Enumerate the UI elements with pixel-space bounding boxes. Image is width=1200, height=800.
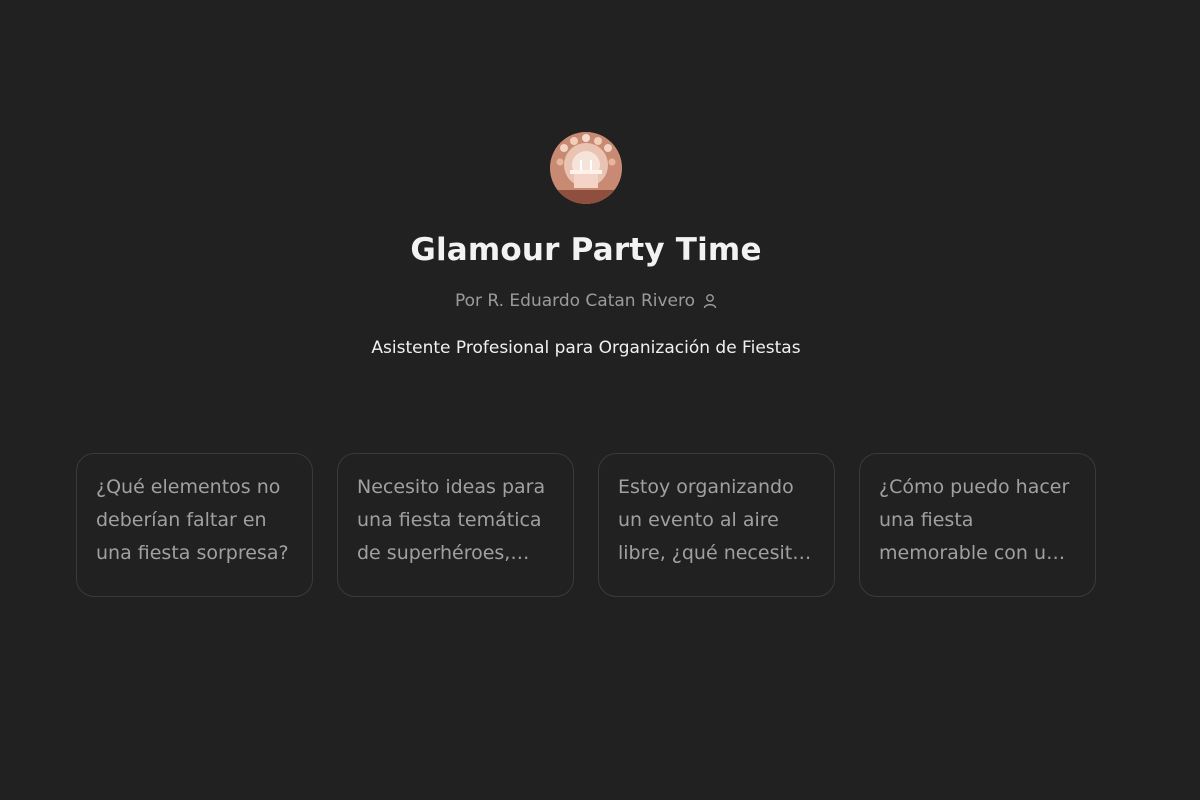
author-name[interactable]: Por R. Eduardo Catan Rivero [455, 290, 695, 312]
starter-text: Necesito ideas para una fiesta temática … [357, 476, 546, 564]
person-icon [703, 293, 717, 309]
starter-text: Estoy organizando un evento al aire libr… [618, 476, 804, 564]
gpt-title: Glamour Party Time [410, 232, 762, 268]
gpt-header: Glamour Party Time Por R. Eduardo Catan … [0, 132, 1172, 359]
author-row: Por R. Eduardo Catan Rivero [455, 290, 717, 312]
starter-text: ¿Qué elementos no deberían faltar en una… [96, 476, 289, 564]
starter-card[interactable]: ¿Qué elementos no deberían faltar en una… [76, 453, 313, 597]
gpt-avatar [550, 132, 622, 204]
starter-card[interactable]: Necesito ideas para una fiesta temática … [337, 453, 574, 597]
starter-text: ¿Cómo puedo hacer una fiesta memorable c… [879, 476, 1070, 564]
gpt-description: Asistente Profesional para Organización … [371, 338, 801, 358]
gpt-start-screen: Glamour Party Time Por R. Eduardo Catan … [0, 0, 1200, 800]
party-table-icon [550, 132, 622, 204]
starter-card[interactable]: Estoy organizando un evento al aire libr… [598, 453, 835, 597]
starter-card[interactable]: ¿Cómo puedo hacer una fiesta memorable c… [859, 453, 1096, 597]
conversation-starters: ¿Qué elementos no deberían faltar en una… [76, 453, 1096, 597]
